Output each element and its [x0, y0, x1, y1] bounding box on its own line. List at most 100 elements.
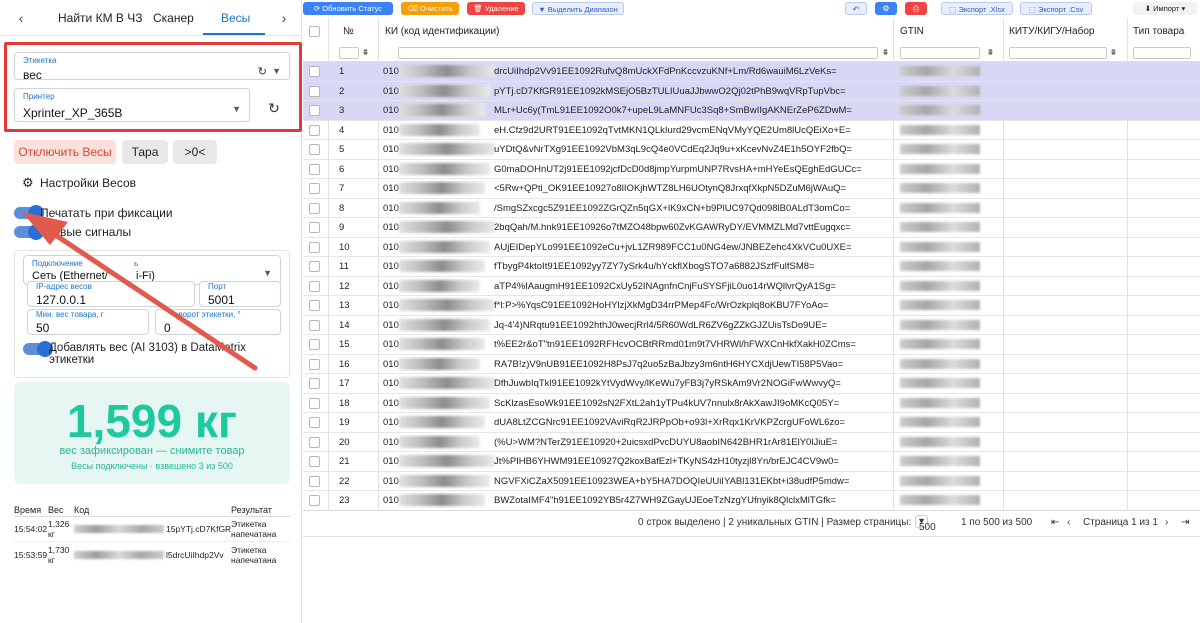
- table-row[interactable]: 2 010 pYTj.cD7KfGR91EE1092kMSEjO5BzTULIUua…: [303, 81, 1200, 101]
- header-kitu[interactable]: КИТУ/КИГУ/Набор: [1009, 26, 1094, 46]
- export-csv-button[interactable]: ⬚ Экспорт .Csv: [1020, 2, 1092, 15]
- row-checkbox[interactable]: [309, 495, 320, 506]
- filter-type-input[interactable]: [1133, 47, 1191, 59]
- row-checkbox[interactable]: [309, 105, 320, 116]
- redacted-block: [399, 123, 480, 136]
- row-checkbox[interactable]: [309, 261, 320, 272]
- first-page-icon[interactable]: ⇤: [1051, 517, 1059, 528]
- update-status-button[interactable]: ⟳ Обновить Статус: [303, 2, 393, 15]
- table-row[interactable]: 8 010/SmgSZxcgc5Z91EE1092ZGrQZn5qGX+lK9xC…: [303, 199, 1200, 218]
- filter-icon[interactable]: ⩩: [363, 47, 368, 58]
- row-gtin-redacted: [900, 183, 980, 193]
- filter-icon[interactable]: ⩩: [988, 47, 993, 58]
- table-row[interactable]: 9 010 2bqQah/M.hnk91EE10926o7tMZO48bpw60Zv…: [303, 218, 1200, 238]
- table-row[interactable]: 1 010 drcUiIhdp2Vv91EE1092RufvQ8mUckXFdPnK…: [303, 62, 1200, 82]
- table-row[interactable]: 16 010 RA7B!z)V9nUB91EE1092H8PsJ7q2uo5zBaJ…: [303, 355, 1200, 374]
- select-all-checkbox[interactable]: [309, 26, 320, 37]
- row-checkbox[interactable]: [309, 163, 320, 175]
- undo-icon[interactable]: ↶: [845, 2, 867, 15]
- row-checkbox[interactable]: [309, 66, 320, 77]
- filter-kitu-input[interactable]: [1009, 47, 1107, 59]
- redacted-block: [399, 416, 485, 428]
- row-checkbox[interactable]: [309, 300, 320, 311]
- import-button[interactable]: ⬇ Импорт ▾: [1133, 2, 1197, 15]
- row-code: Jq-4'4)NRqtu91EE1092hthJ0wecjRrl4/5R60Wd…: [494, 319, 828, 331]
- table-row[interactable]: 18 010 ScKlzasEsoWk91EE1092sN2FXtL2ah1yTPu…: [303, 394, 1200, 413]
- table-row[interactable]: 17 010 DfhJuwbIqTkl91EE1092kYtVydWvy/lKeWu…: [303, 374, 1200, 394]
- table-row[interactable]: 3 010 MLr+Uc6y(TmL91EE1092O0k7+upeL9LaMNFU…: [303, 101, 1200, 121]
- row-checkbox[interactable]: [309, 241, 320, 253]
- row-checkbox[interactable]: [309, 85, 320, 97]
- row-checkbox[interactable]: [309, 124, 320, 136]
- selection-summary: 0 строк выделено | 2 уникальных GTIN | Р…: [638, 517, 912, 528]
- row-checkbox[interactable]: [309, 144, 320, 155]
- page-size-select[interactable]: 500 ▾: [915, 515, 936, 533]
- next-page-icon[interactable]: ›: [1165, 517, 1168, 528]
- header-type[interactable]: Тип товара: [1133, 26, 1184, 46]
- row-code-prefix: 010: [383, 378, 399, 389]
- header-gtin[interactable]: GTIN: [900, 26, 924, 46]
- export-xlsx-button[interactable]: ⬚ Экспорт .Xlsx: [941, 2, 1013, 15]
- filter-icon[interactable]: ⩩: [883, 47, 888, 58]
- table-row[interactable]: 7 010 <5Rw+QPti_OK91EE10927o8lIOKjhWTZ8LH6…: [303, 179, 1200, 199]
- header-ki[interactable]: КИ (код идентификации): [385, 26, 499, 46]
- gear-icon[interactable]: ⚙: [875, 2, 897, 15]
- select-range-button[interactable]: ▼ Выделить Диапазон: [532, 2, 624, 15]
- row-checkbox[interactable]: [309, 475, 320, 487]
- table-row[interactable]: 12 010 aTP4%IAaugmH91EE1092CxUy52INAgnfnCn…: [303, 277, 1200, 296]
- row-gtin-redacted: [900, 358, 980, 369]
- prev-page-icon[interactable]: ‹: [1067, 517, 1070, 528]
- table-row[interactable]: 22 010 NGVFXiCZaX5091EE10923WEA+bY5HA7DOQI…: [303, 472, 1200, 491]
- row-code: pYTj.cD7KfGR91EE1092kMSEjO5BzTULIUuaJJbw…: [494, 85, 846, 97]
- redacted-block: [399, 474, 490, 487]
- row-checkbox[interactable]: [309, 436, 320, 448]
- table-row[interactable]: 20 010 (%U>WM?NTerZ91EE10920+2uicsxdPvcDUY…: [303, 433, 1200, 452]
- redacted-block: [399, 357, 480, 370]
- last-page-icon[interactable]: ⇥: [1181, 517, 1189, 528]
- row-checkbox[interactable]: [309, 280, 320, 292]
- row-checkbox[interactable]: [309, 319, 320, 331]
- filter-gtin-input[interactable]: [900, 47, 980, 59]
- table-row[interactable]: 10 010 AUjEIDepYLo991EE1092eCu+jvL1ZR989FC…: [303, 238, 1200, 257]
- row-checkbox[interactable]: [309, 397, 320, 409]
- delete-button[interactable]: 🗑 Удаление: [467, 2, 525, 15]
- weight-display: 1,599 кг вес зафиксирован — снимите това…: [14, 382, 290, 484]
- row-checkbox[interactable]: [309, 183, 320, 194]
- filter-row: ⩩ ⩩ ⩩ ⩩: [303, 44, 1200, 62]
- clear-button[interactable]: ⌫ Очистить: [401, 2, 459, 15]
- table-row[interactable]: 21 010 Jt%PIHB6YHWM91EE10927Q2koxBafEzl+TK…: [303, 452, 1200, 472]
- row-checkbox[interactable]: [309, 417, 320, 428]
- row-checkbox[interactable]: [309, 222, 320, 233]
- header-num[interactable]: №: [343, 26, 354, 46]
- row-checkbox[interactable]: [309, 339, 320, 350]
- row-code: AUjEIDepYLo991EE1092eCu+jvL1ZR989FCC1u0N…: [494, 241, 852, 253]
- row-checkbox[interactable]: [309, 456, 320, 467]
- row-checkbox[interactable]: [309, 358, 320, 370]
- row-checkbox[interactable]: [309, 202, 320, 214]
- row-code-prefix: 010: [383, 124, 399, 136]
- table-row[interactable]: 15 010 t%EE2r&oT"tn91EE1092RFHcvOCBtRRmd01…: [303, 335, 1200, 355]
- table-row[interactable]: 5 010 uYDtQ&vNrTXg91EE1092VbM3qL9cQ4e0VCdE…: [303, 140, 1200, 160]
- table-row[interactable]: 4 010 eH.Cfz9d2URT91EE1092qTvtMKN1QLkIurd2…: [303, 121, 1200, 140]
- table-row[interactable]: 19 010 dUA8LtZCGNrc91EE1092VAviRqR2JRPpOb+…: [303, 413, 1200, 433]
- table-row[interactable]: 23 010 BWZotaIMF4"h91EE1092YB5r4Z7WH9ZGayU…: [303, 491, 1200, 511]
- table-row[interactable]: 6 010 G0maDOHnUT2j91EE1092jcfDcD0d8jmpYurp…: [303, 160, 1200, 179]
- filter-icon[interactable]: ⩩: [1111, 47, 1116, 58]
- table-row[interactable]: 14 010 Jq-4'4)NRqtu91EE1092hthJ0wecjRrl4/5…: [303, 316, 1200, 335]
- row-code: aTP4%IAaugmH91EE1092CxUy52INAgnfnCnjFuSY…: [494, 280, 836, 292]
- table-row[interactable]: 13 010 f*l:P>%YqsC91EE1092HoHYlzjXkMgD34rr…: [303, 296, 1200, 316]
- filter-ki-input[interactable]: [398, 47, 878, 59]
- redacted-block: [399, 104, 485, 116]
- filter-num-input[interactable]: [339, 47, 359, 59]
- row-code-prefix: 010: [383, 456, 399, 467]
- row-gtin-redacted: [900, 397, 980, 408]
- table-row[interactable]: 11 010 fTbygP4ktoIt91EE1092yy7ZY7ySrk4u/hY…: [303, 257, 1200, 277]
- row-gtin-redacted: [900, 163, 980, 174]
- row-checkbox[interactable]: [309, 378, 320, 389]
- print-icon[interactable]: ⎙: [905, 2, 927, 15]
- row-gtin-redacted: [900, 319, 980, 330]
- redacted-block: [399, 221, 495, 233]
- row-code: 2bqQah/M.hnk91EE10926o7tMZO48bpw60ZvKGAW…: [494, 222, 851, 233]
- row-gtin-redacted: [900, 241, 980, 252]
- redacted-block: [399, 318, 490, 331]
